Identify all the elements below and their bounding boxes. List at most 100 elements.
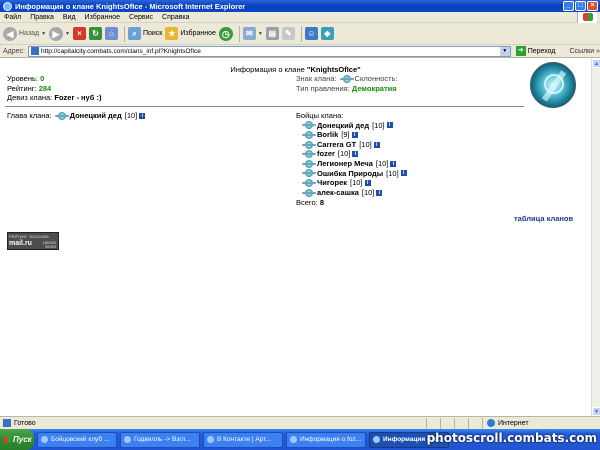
taskbar-item-label: Информация о foz... [300,436,362,443]
scroll-up-icon[interactable]: ▲ [592,59,600,68]
total-label: Всего: [296,198,318,208]
page-content: Информация о клане "KnightsOfIce" Уровен… [0,59,591,416]
emblem-label: Знак клана: [296,74,337,83]
counter-values: 180926 30083 [43,241,56,249]
government-label: Тип правления: [296,83,350,93]
ie-icon [124,436,131,443]
favorites-button[interactable]: ★ Избранное [165,25,216,43]
alignment-label: Склонность: [354,74,398,83]
history-button[interactable]: ◷ [218,25,233,43]
clan-sign-icon [302,188,316,197]
search-button[interactable]: ⌕ Поиск [127,25,162,43]
toolbar-separator [238,25,240,42]
chevron-down-icon: ▼ [41,30,47,37]
address-url[interactable]: http://capitalcity.combats.com/clans_inf… [41,48,500,55]
info-icon[interactable]: i [352,151,359,158]
scroll-down-icon[interactable]: ▼ [592,407,600,416]
taskbar-item[interactable]: Информация о foz... [286,431,366,448]
windows-logo-icon [577,12,597,23]
fighter-name-link[interactable]: Ошибка Природы [317,169,383,179]
info-icon[interactable]: i [390,160,397,167]
home-button[interactable]: ⌂ [104,25,118,43]
chevron-down-icon: ▼ [257,30,263,37]
mail-button[interactable]: ✉ ▼ [242,25,263,43]
list-item: fozer [10] i [302,149,407,159]
taskbar-item[interactable]: В Контакте | Арт... [203,431,283,448]
info-icon[interactable]: i [351,131,358,138]
motto-value: Fozer - нуб :) [54,93,102,102]
menu-file[interactable]: Файл [4,14,21,21]
fighter-name-link[interactable]: Донецкий дед [317,121,369,131]
motto-label: Девиз клана: [7,93,53,102]
info-icon[interactable]: i [139,112,146,119]
menu-tools[interactable]: Сервис [129,14,153,21]
fighter-name-link[interactable]: fozer [317,149,335,159]
links-button[interactable]: Ссылки » [570,48,600,55]
fighter-level: [10] [350,178,363,188]
window-title: Информация о клане KnightsOfIce - Micros… [15,1,246,11]
status-text: Готово [14,419,36,427]
fighter-name-link[interactable]: алек-сашка [317,188,359,198]
refresh-button[interactable]: ↻ [88,25,102,43]
info-icon[interactable]: i [386,122,393,129]
counter-value-2: 30083 [44,244,56,249]
research-button[interactable]: ◈ [320,25,334,43]
clan-stats: Уровень: 0 Рейтинг: 284 Девиз клана: Foz… [7,74,101,103]
go-label: Переход [527,47,556,55]
government-value: Демократия [351,83,397,93]
history-icon: ◷ [218,26,233,41]
forward-button[interactable]: ▶ ▼ [49,25,70,43]
menu-view[interactable]: Вид [63,14,76,21]
taskbar-item[interactable]: Бойцовский клуб ... [37,431,117,448]
window-controls: _ □ × [563,1,598,11]
taskbar-item[interactable]: Годвилль -> Взгл... [120,431,200,448]
zone-label: Интернет [498,419,529,427]
start-button[interactable]: Пуск [0,429,34,450]
clan-sign-icon [54,111,69,120]
info-icon[interactable]: i [400,170,407,177]
clan-sign-icon [302,130,316,139]
ie-icon [373,436,380,443]
fighter-name-link[interactable]: Чигорек [317,178,347,188]
window-titlebar: Информация о клане KnightsOfIce - Micros… [0,0,600,12]
edit-button[interactable]: ✎ [281,25,295,43]
rating-label: Рейтинг: [7,83,37,93]
printer-icon: ▤ [265,27,279,40]
info-icon[interactable]: i [364,179,371,186]
search-icon: ⌕ [127,27,141,40]
stop-icon: × [72,27,86,40]
address-input[interactable]: http://capitalcity.combats.com/clans_inf… [27,45,511,57]
print-button[interactable]: ▤ [265,25,279,43]
fighter-name-link[interactable]: Легионер Меча [317,159,373,169]
info-icon[interactable]: i [373,141,380,148]
info-icon[interactable]: i [376,189,383,196]
menu-help[interactable]: Справка [162,14,189,21]
clan-table-link[interactable]: таблица кланов [514,214,573,223]
star-icon: ★ [165,27,179,40]
messenger-button[interactable]: ☺ [304,25,318,43]
mailru-counter-badge[interactable]: РЕЙТИНГ 261321366 mail.ru 180926 30083 [7,232,59,250]
windows-flag-icon [4,436,11,443]
fighters-total: Всего: 8 [296,198,407,208]
fighter-name-link[interactable]: Carrera GT [317,140,356,150]
go-button[interactable]: ➜ Переход [515,46,556,56]
head-name-link[interactable]: Донецкий дед [70,111,122,120]
status-cell [426,417,440,429]
list-item: Ошибка Природы [10] i [302,169,407,179]
maximize-button[interactable]: □ [575,1,586,11]
home-icon: ⌂ [104,27,118,40]
address-dropdown-icon[interactable]: ▼ [499,46,510,56]
minimize-button[interactable]: _ [563,1,574,11]
edit-icon: ✎ [281,27,295,40]
fighter-name-link[interactable]: Borlik [317,130,338,140]
taskbar-item-label: Годвилль -> Взгл... [134,436,191,443]
taskbar-item-label: В Контакте | Арт... [217,436,271,443]
vertical-scrollbar[interactable]: ▲ ▼ [591,59,600,416]
stop-button[interactable]: × [72,25,86,43]
back-button[interactable]: ◀ Назад ▼ [3,25,46,43]
close-button[interactable]: × [587,1,598,11]
menu-favorites[interactable]: Избранное [85,14,120,21]
mail-icon: ✉ [242,27,256,40]
fighter-level: [10] [361,187,375,197]
menu-edit[interactable]: Правка [30,14,54,21]
